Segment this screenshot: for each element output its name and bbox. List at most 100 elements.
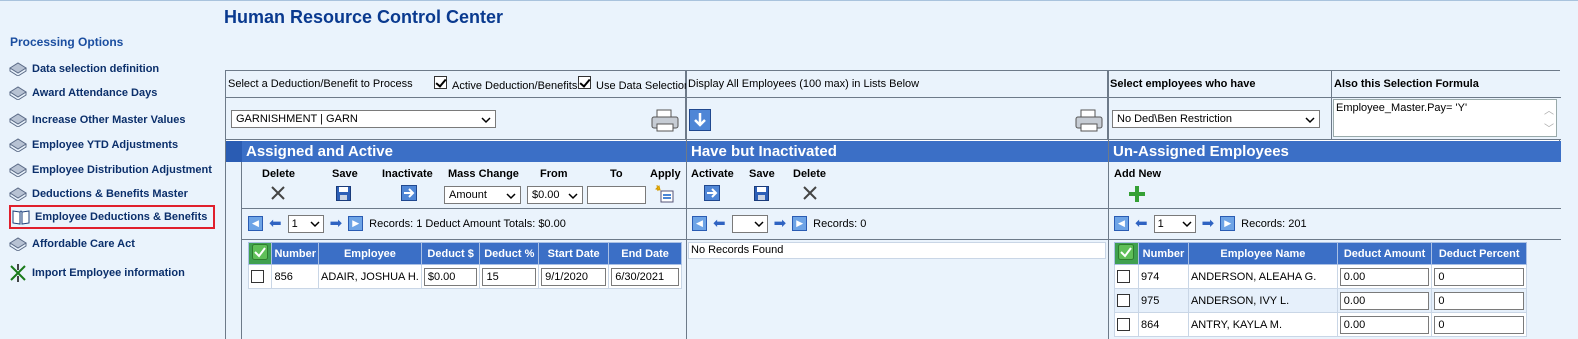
to-label: To: [610, 168, 623, 180]
sidebar-item-label: Affordable Care Act: [32, 238, 135, 250]
column-header[interactable]: Deduct %: [479, 242, 540, 265]
deduct-percent-input[interactable]: 15: [482, 267, 537, 286]
save-icon[interactable]: [335, 185, 351, 201]
scroll-up-icon[interactable]: ︿: [1544, 102, 1554, 117]
divider: [686, 71, 687, 339]
column-header[interactable]: Number: [1137, 242, 1189, 265]
use-data-selection-checkbox[interactable]: [578, 76, 591, 89]
cell-deduct-amount: 0.00: [1336, 264, 1433, 289]
deduct-percent-input[interactable]: 0: [1434, 291, 1524, 310]
first-page-icon[interactable]: ◀: [1114, 216, 1129, 231]
divider: [242, 208, 1561, 209]
end-date-input[interactable]: 6/30/2021: [611, 267, 679, 286]
select-all-check-icon[interactable]: [1114, 242, 1139, 265]
sidebar-item-data-selection[interactable]: Data selection definition: [8, 56, 212, 82]
start-date-input[interactable]: 9/1/2020: [541, 267, 607, 286]
add-new-plus-icon[interactable]: [1128, 185, 1146, 203]
sidebar-item-distribution-adjustment[interactable]: Employee Distribution Adjustment: [8, 157, 212, 183]
column-header[interactable]: Number: [271, 242, 320, 265]
assigned-table: Number Employee Deduct $ Deduct % Start …: [247, 242, 682, 289]
prev-page-icon[interactable]: ⬅: [269, 216, 282, 231]
last-page-icon[interactable]: ▶: [348, 216, 364, 231]
deduction-select-header: Select a Deduction/Benefit to Process Ac…: [226, 71, 690, 98]
save-icon[interactable]: [753, 185, 769, 201]
row-checkbox[interactable]: [251, 270, 264, 283]
deduct-amount-input[interactable]: 0.00: [1339, 315, 1430, 334]
deduct-amount-input[interactable]: 0.00: [1339, 267, 1430, 286]
column-header[interactable]: Deduct Percent: [1431, 242, 1527, 265]
select-all-check-icon[interactable]: [247, 242, 273, 265]
unassigned-section-header: Un-Assigned Employees: [1109, 141, 1561, 162]
last-page-icon[interactable]: ▶: [792, 216, 808, 231]
active-deductions-checkbox[interactable]: [434, 76, 447, 89]
next-page-icon[interactable]: ➡: [330, 216, 343, 231]
prev-page-icon[interactable]: ⬅: [1135, 216, 1148, 231]
save-label: Save: [332, 168, 358, 180]
column-header[interactable]: Employee Name: [1187, 242, 1338, 265]
book-icon: [8, 137, 28, 153]
sidebar-item-award-attendance[interactable]: Award Attendance Days: [8, 80, 212, 106]
column-header[interactable]: Deduct $: [420, 242, 481, 265]
unassigned-page-select[interactable]: 1: [1153, 214, 1196, 233]
printer-icon[interactable]: [1075, 108, 1103, 134]
sidebar-item-employee-deductions[interactable]: Employee Deductions & Benefits: [9, 205, 215, 229]
from-dropdown[interactable]: $0.00: [527, 186, 583, 204]
row-checkbox-cell: [1114, 312, 1139, 337]
printer-icon[interactable]: [651, 108, 679, 134]
deduct-percent-input[interactable]: 0: [1434, 267, 1524, 286]
column-header[interactable]: Start Date: [538, 242, 610, 265]
delete-label: Delete: [793, 168, 827, 180]
assigned-gutter: [226, 162, 242, 339]
first-page-icon[interactable]: ◀: [692, 216, 707, 231]
cell-deduct-percent: 0: [1431, 312, 1527, 337]
next-page-icon[interactable]: ➡: [1202, 216, 1215, 231]
select-employees-header: Select employees who have: [1108, 71, 1332, 98]
cell-deduct-percent: 0: [1431, 264, 1527, 289]
delete-icon[interactable]: [270, 185, 286, 201]
inactivate-arrow-icon[interactable]: [401, 185, 417, 201]
main-panel: Select a Deduction/Benefit to Process Ac…: [225, 70, 1561, 339]
formula-textarea[interactable]: Employee_Master.Pay= 'Y' ︿ ﹀: [1333, 99, 1557, 137]
row-checkbox[interactable]: [1117, 270, 1130, 283]
next-page-icon[interactable]: ➡: [774, 216, 787, 231]
sidebar-item-ytd-adjustments[interactable]: Employee YTD Adjustments: [8, 132, 212, 158]
apply-icon[interactable]: [655, 185, 675, 203]
column-header[interactable]: End Date: [608, 242, 682, 265]
book-icon: [8, 61, 28, 77]
prev-page-icon[interactable]: ⬅: [713, 216, 726, 231]
add-new-label: Add New: [1114, 168, 1162, 180]
mass-change-dropdown[interactable]: Amount: [444, 186, 521, 204]
first-page-icon[interactable]: ◀: [248, 216, 263, 231]
mass-change-label: Mass Change: [448, 168, 519, 180]
to-input[interactable]: [587, 186, 646, 204]
cell-employee-name: ANDERSON, ALEAHA G.: [1187, 264, 1338, 289]
activate-arrow-icon[interactable]: [704, 185, 720, 201]
delete-icon[interactable]: [802, 185, 818, 201]
row-checkbox[interactable]: [1117, 294, 1130, 307]
restriction-dropdown[interactable]: No Ded\Ben Restriction: [1112, 110, 1320, 128]
column-header[interactable]: Deduct Amount: [1336, 242, 1433, 265]
deduct-percent-input[interactable]: 0: [1434, 315, 1524, 334]
inactivated-header-text: Have but Inactivated: [691, 143, 837, 160]
inactivated-pager: ◀ ⬅ ➡ ▶ Records: 0: [692, 212, 866, 235]
inactivated-page-select[interactable]: [731, 214, 768, 233]
column-header[interactable]: Employee: [318, 242, 422, 265]
display-all-cell: [686, 98, 1108, 140]
deduction-dropdown[interactable]: GARNISHMENT | GARN: [231, 110, 496, 128]
sidebar-item-affordable-care[interactable]: Affordable Care Act: [8, 231, 212, 257]
display-down-arrow-icon[interactable]: [689, 109, 711, 131]
cell-number: 864: [1137, 312, 1189, 337]
activate-label: Activate: [691, 168, 734, 180]
assigned-page-select[interactable]: 1: [287, 214, 324, 233]
last-page-icon[interactable]: ▶: [1220, 216, 1236, 231]
deduct-amount-input[interactable]: 0.00: [1339, 291, 1430, 310]
sidebar-item-import-employee[interactable]: Import Employee information: [8, 260, 212, 286]
sidebar-item-deductions-master[interactable]: Deductions & Benefits Master: [8, 181, 212, 207]
row-checkbox[interactable]: [1117, 318, 1130, 331]
cell-employee: ADAIR, JOSHUA H.: [318, 264, 422, 289]
deduction-select-cell: GARNISHMENT | GARN: [226, 98, 686, 140]
scroll-down-icon[interactable]: ﹀: [1544, 120, 1554, 135]
sidebar-item-increase-master-values[interactable]: Increase Other Master Values: [8, 107, 212, 133]
select-employees-label: Select employees who have: [1110, 78, 1256, 90]
deduct-amount-input[interactable]: $0.00: [423, 267, 478, 286]
